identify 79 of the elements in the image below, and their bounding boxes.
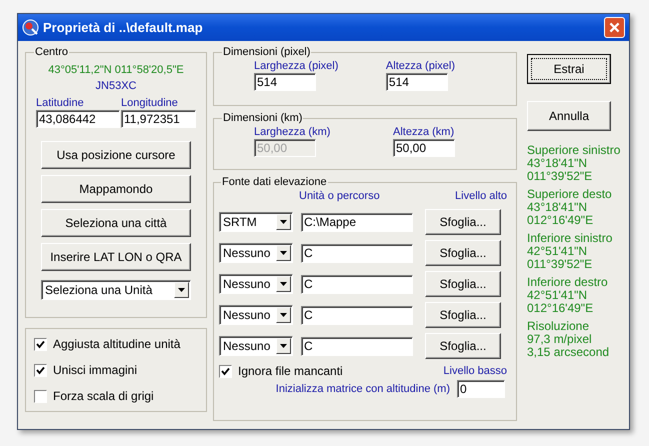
field-label: Larghezza (pixel)	[254, 60, 338, 72]
dropdown-arrow-icon	[280, 220, 287, 224]
locator-text: JN53XC	[96, 80, 136, 92]
dialog-button[interactable]: Estrai	[527, 54, 611, 84]
source-dropdown[interactable]: Nessuno	[219, 336, 293, 356]
info-title: Superiore desto	[527, 188, 613, 201]
dropdown-arrow-icon	[280, 313, 287, 317]
info-title: Superiore sinistro	[527, 144, 621, 157]
field-label: Larghezza (km)	[254, 126, 330, 138]
browse-button[interactable]: Sfoglia...	[425, 209, 501, 235]
number-field[interactable]: 514	[386, 73, 448, 91]
altitude-field[interactable]: 0	[457, 380, 505, 398]
info-value: 3,15 arcsecond	[527, 346, 610, 359]
checkbox-label: Ignora file mancanti	[238, 364, 343, 378]
info-value: 012°16'49"E	[527, 302, 594, 315]
checkmark-icon	[221, 366, 230, 376]
info-value: 011°39'52"E	[527, 170, 594, 183]
group-title: Fonte dati elevazione	[221, 176, 328, 188]
column-header: Unità o percorso	[299, 190, 381, 204]
field-label: Altezza (pixel)	[386, 60, 455, 72]
info-value: 97,3 m/pixel	[527, 333, 593, 346]
group-title: Centro	[34, 46, 70, 58]
info-value: 42°51'41"N	[527, 289, 588, 302]
globe-icon	[22, 19, 39, 36]
group-title: Dimensioni (km)	[222, 112, 304, 124]
window-title: Proprietà di ..\default.map	[43, 20, 204, 35]
browse-button[interactable]: Sfoglia...	[425, 333, 501, 359]
browse-button[interactable]: Sfoglia...	[425, 302, 501, 328]
info-value: 012°16'49"E	[527, 214, 594, 227]
longitude-field[interactable]: 11,972351	[121, 110, 196, 128]
checkmark-icon	[36, 366, 45, 374]
source-dropdown[interactable]: SRTM	[219, 212, 293, 232]
checkbox[interactable]	[219, 364, 232, 378]
action-button[interactable]: Seleziona una città	[41, 209, 191, 237]
latitude-field[interactable]: 43,086442	[36, 110, 120, 128]
source-dropdown[interactable]: Nessuno	[219, 274, 293, 294]
info-title: Inferiore destro	[527, 276, 609, 289]
checkbox[interactable]	[34, 364, 47, 376]
checkbox[interactable]	[34, 390, 47, 402]
checkbox[interactable]	[34, 338, 47, 350]
action-button[interactable]: Mappamondo	[41, 175, 191, 203]
info-title: Risoluzione	[527, 320, 590, 333]
action-button[interactable]: Inserire LAT LON o QRA	[41, 243, 191, 271]
checkbox-label: Aggiusta altitudine unità	[53, 337, 180, 351]
info-value: 42°51'41"N	[527, 245, 588, 258]
dropdown-arrow-icon	[280, 344, 287, 348]
info-title: Inferiore sinistro	[527, 232, 614, 245]
dropdown-arrow-icon	[178, 288, 185, 292]
field-label: Inizializza matrice con altitudine (m)	[276, 383, 450, 395]
column-header: Livello alto	[455, 190, 507, 204]
checkmark-icon	[36, 340, 45, 348]
level-label: Livello basso	[443, 365, 507, 377]
dropdown-arrow-icon	[280, 282, 287, 286]
source-dropdown[interactable]: Nessuno	[219, 243, 293, 263]
number-field[interactable]: 50,00	[393, 139, 455, 157]
info-value: 43°18'41"N	[527, 157, 588, 170]
dropdown-arrow-icon	[280, 251, 287, 255]
field-label: Altezza (km)	[393, 126, 455, 138]
browse-button[interactable]: Sfoglia...	[425, 240, 501, 266]
group-title: Dimensioni (pixel)	[222, 46, 312, 58]
path-field[interactable]: C	[301, 244, 413, 262]
action-button[interactable]: Usa posizione cursore	[41, 141, 191, 169]
path-field[interactable]: C	[301, 306, 413, 324]
source-dropdown[interactable]: Nessuno	[219, 305, 293, 325]
checkbox-label: Forza scala di grigi	[53, 389, 154, 403]
browse-button[interactable]: Sfoglia...	[425, 271, 501, 297]
path-field[interactable]: C:\Mappe	[301, 212, 413, 232]
info-value: 011°39'52"E	[527, 258, 594, 271]
unit-dropdown[interactable]: Seleziona una Unità	[41, 280, 191, 300]
checkbox-label: Unisci immagini	[53, 363, 138, 377]
path-field[interactable]: C	[301, 336, 413, 356]
dialog-button[interactable]: Annulla	[527, 101, 611, 131]
coordinates-text: 43°05'11,2"N 011°58'20,5"E	[48, 64, 184, 76]
info-value: 43°18'41"N	[527, 201, 588, 214]
path-field[interactable]: C	[301, 274, 413, 294]
number-field[interactable]: 514	[254, 73, 316, 91]
field-label: Longitudine	[121, 97, 179, 109]
close-button[interactable]	[604, 17, 625, 38]
field-label: Latitudine	[36, 97, 85, 109]
